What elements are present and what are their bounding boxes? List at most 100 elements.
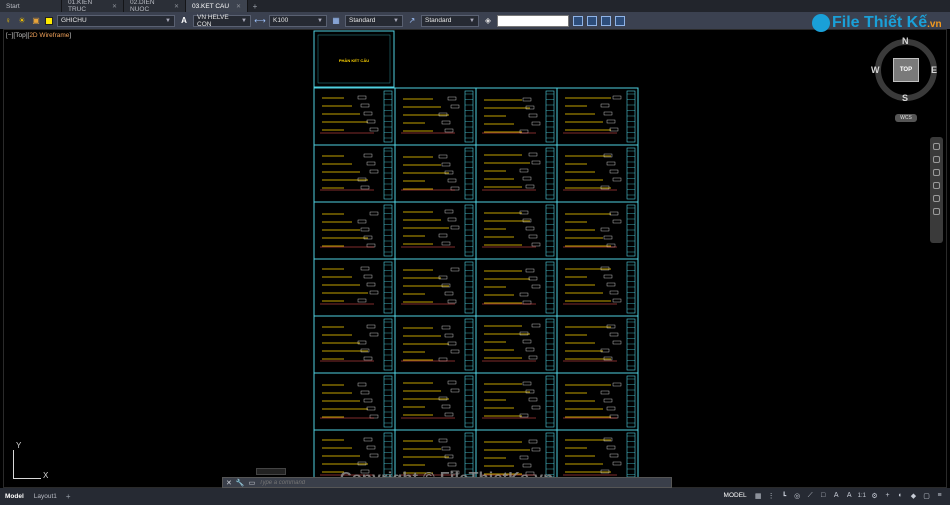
- detail-section: [447, 96, 457, 101]
- annotation-visibility-icon[interactable]: A: [832, 491, 841, 500]
- detail-section: [363, 111, 373, 116]
- detail-section: [357, 177, 367, 182]
- detail-section: [606, 119, 616, 124]
- annotation-scale[interactable]: 1:1: [858, 493, 866, 499]
- detail-section: [360, 103, 370, 108]
- tab-model[interactable]: Model: [0, 491, 29, 502]
- detail-section: [447, 462, 457, 467]
- drawing-sheet: [475, 372, 558, 431]
- detail-section: [357, 298, 367, 303]
- detail-section: [603, 274, 613, 279]
- ortho-icon[interactable]: ┗: [780, 491, 789, 500]
- detail-section: [519, 168, 529, 173]
- sheet-title-block: [545, 318, 555, 371]
- detail-section: [447, 217, 457, 222]
- detail-section: [531, 160, 541, 165]
- add-icon[interactable]: +: [883, 491, 892, 500]
- clean-screen-icon[interactable]: ▢: [922, 491, 931, 500]
- ucs-y-label: Y: [16, 441, 22, 450]
- autoscale-icon[interactable]: A: [845, 491, 854, 500]
- compass-west[interactable]: W: [871, 65, 880, 75]
- compass-south[interactable]: S: [902, 93, 908, 103]
- detail-section: [360, 266, 370, 271]
- detail-section: [522, 339, 532, 344]
- drawing-sheet: [475, 87, 558, 146]
- ucs-y-axis: [13, 450, 14, 478]
- detail-section: [357, 95, 367, 100]
- detail-section: [525, 347, 535, 352]
- status-tools: MODEL ▦ ⋮ ┗ ◎ ⟋ □ A A 1:1 ⚙ + ◐ ◆ ▢ ≡: [721, 491, 944, 500]
- compass-north[interactable]: N: [902, 36, 909, 46]
- full-navigation-wheel-icon[interactable]: [933, 143, 940, 150]
- detail-section: [438, 357, 448, 362]
- polar-icon[interactable]: ◎: [793, 491, 802, 500]
- hardware-acceleration-icon[interactable]: ◆: [909, 491, 918, 500]
- detail-section: [441, 404, 451, 409]
- pan-icon[interactable]: [933, 156, 940, 163]
- filethietke-logo: File Thiết Kế.vn: [812, 14, 942, 32]
- ucs-x-axis: [13, 478, 41, 479]
- wcs-menu[interactable]: WCS: [895, 114, 917, 122]
- detail-section: [450, 225, 460, 230]
- detail-section: [603, 398, 613, 403]
- detail-section: [612, 340, 622, 345]
- customization-menu-icon[interactable]: ≡: [935, 491, 944, 500]
- model-space-button[interactable]: MODEL: [721, 492, 750, 499]
- compass-east[interactable]: E: [931, 65, 937, 75]
- cover-sheet-title: PHẦN KẾT CẤU: [339, 58, 369, 63]
- detail-section: [363, 398, 373, 403]
- isodraft-icon[interactable]: ⟋: [806, 491, 815, 500]
- customize-icon[interactable]: 🔧: [236, 479, 245, 487]
- detail-section: [612, 298, 622, 303]
- sheet-title-block: [626, 261, 636, 314]
- detail-section: [357, 461, 367, 466]
- detail-section: [609, 332, 619, 337]
- detail-section: [450, 104, 460, 109]
- detail-section: [444, 454, 454, 459]
- detail-section: [612, 382, 622, 387]
- detail-section: [525, 184, 535, 189]
- detail-section: [444, 291, 454, 296]
- detail-section: [606, 445, 616, 450]
- detail-section: [363, 274, 373, 279]
- detail-section: [444, 412, 454, 417]
- sheet-title-block: [464, 318, 474, 371]
- detail-section: [360, 390, 370, 395]
- detail-section: [606, 324, 616, 329]
- new-layout-button[interactable]: +: [62, 492, 75, 501]
- detail-section: [441, 162, 451, 167]
- command-history-chip: [256, 468, 286, 475]
- zoom-icon[interactable]: [933, 169, 940, 176]
- detail-section: [531, 284, 541, 289]
- sheet-title-block: [545, 375, 555, 428]
- workspace-gear-icon[interactable]: ⚙: [870, 491, 879, 500]
- detail-section: [438, 396, 448, 401]
- detail-section: [612, 461, 622, 466]
- drawing-sheet: [313, 372, 396, 431]
- command-prompt-icon[interactable]: ▭: [249, 479, 256, 487]
- snap-icon[interactable]: ⋮: [767, 491, 776, 500]
- command-input[interactable]: [259, 478, 671, 487]
- detail-section: [369, 290, 379, 295]
- grid-icon[interactable]: ▦: [754, 491, 763, 500]
- detail-section: [600, 348, 610, 353]
- detail-section: [444, 128, 454, 133]
- object-snap-icon[interactable]: □: [819, 491, 828, 500]
- detail-section: [357, 219, 367, 224]
- detail-section: [438, 233, 448, 238]
- detail-section: [528, 113, 538, 118]
- detail-section: [447, 178, 457, 183]
- showmotion-icon[interactable]: [933, 195, 940, 202]
- orbit-icon[interactable]: [933, 182, 940, 189]
- extents-icon[interactable]: [933, 208, 940, 215]
- drawing-sheet: [313, 258, 396, 317]
- detail-section: [366, 282, 376, 287]
- viewcube-top[interactable]: TOP: [893, 58, 919, 82]
- tab-layout1[interactable]: Layout1: [29, 491, 62, 502]
- detail-section: [522, 97, 532, 102]
- isolate-objects-icon[interactable]: ◐: [896, 491, 905, 500]
- drawing-sheet: [556, 144, 639, 203]
- detail-section: [609, 453, 619, 458]
- detail-section: [360, 348, 370, 353]
- close-icon[interactable]: ✕: [226, 479, 232, 487]
